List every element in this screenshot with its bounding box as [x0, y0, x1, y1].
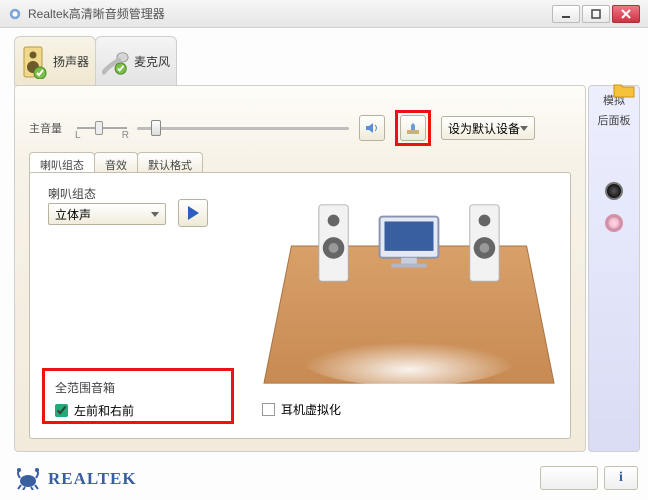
headphone-virt-label: 耳机虚拟化	[281, 401, 341, 418]
analog-sub: 后面板	[589, 112, 639, 128]
mic-icon	[102, 46, 130, 78]
full-range-group: 全范围音箱 左前和右前	[42, 368, 234, 424]
close-button[interactable]	[612, 5, 640, 23]
realtek-crab-icon	[14, 468, 42, 490]
full-range-front-checkbox[interactable]: 左前和右前	[55, 402, 221, 419]
window-controls	[552, 5, 640, 23]
balance-slider[interactable]: L R	[77, 116, 127, 140]
play-icon	[188, 206, 199, 220]
speaker-panel: 主音量 L R 设为默认设备	[14, 85, 586, 452]
footer-brand: REALTEK	[14, 468, 137, 490]
headphone-virt-checkbox[interactable]: 耳机虚拟化	[262, 401, 341, 418]
speaker-config-select[interactable]: 立体声	[48, 203, 166, 225]
analog-panel: 模拟 后面板	[588, 85, 640, 452]
footer-button-1[interactable]	[540, 466, 598, 490]
volume-row: 主音量 L R 设为默认设备	[29, 110, 535, 146]
jack-mic-in[interactable]	[605, 214, 623, 232]
balance-r: R	[122, 130, 129, 141]
headphone-virt-box[interactable]	[262, 403, 275, 416]
speaker-config-value: 立体声	[55, 206, 91, 223]
volume-label: 主音量	[29, 120, 67, 136]
tab-mic[interactable]: 麦克风	[95, 36, 177, 86]
tab-mic-label: 麦克风	[134, 53, 170, 70]
info-button[interactable]: i	[604, 466, 638, 490]
highlight-room-correction	[395, 110, 431, 146]
jack-line-out[interactable]	[605, 182, 623, 200]
device-tabs: 扬声器 麦克风	[14, 36, 176, 86]
titlebar: Realtek高清晰音频管理器	[0, 0, 648, 28]
chevron-down-icon	[151, 212, 159, 217]
default-device-label: 设为默认设备	[448, 120, 520, 137]
config-area: 喇叭组态 立体声	[29, 172, 571, 439]
app-icon	[8, 7, 22, 21]
minimize-button[interactable]	[552, 5, 580, 23]
maximize-button[interactable]	[582, 5, 610, 23]
tab-speaker[interactable]: 扬声器	[14, 36, 96, 86]
volume-slider[interactable]	[137, 116, 349, 140]
full-range-front-label: 左前和右前	[74, 402, 134, 419]
config-label: 喇叭组态	[48, 185, 96, 202]
test-play-button[interactable]	[178, 199, 208, 227]
room-illustration	[262, 185, 556, 403]
speaker-icon	[21, 46, 49, 78]
window-title: Realtek高清晰音频管理器	[28, 5, 165, 22]
default-device-dropdown[interactable]: 设为默认设备	[441, 116, 535, 140]
realtek-text: REALTEK	[48, 469, 137, 489]
balance-l: L	[75, 130, 81, 141]
tab-speaker-label: 扬声器	[53, 53, 89, 70]
full-range-front-input[interactable]	[55, 404, 68, 417]
chevron-down-icon	[520, 126, 528, 131]
info-icon: i	[619, 470, 623, 486]
mute-button[interactable]	[359, 115, 385, 141]
footer-buttons: i	[540, 466, 638, 490]
full-range-title: 全范围音箱	[55, 379, 221, 396]
folder-icon[interactable]	[613, 82, 635, 98]
room-correction-button[interactable]	[400, 115, 426, 141]
